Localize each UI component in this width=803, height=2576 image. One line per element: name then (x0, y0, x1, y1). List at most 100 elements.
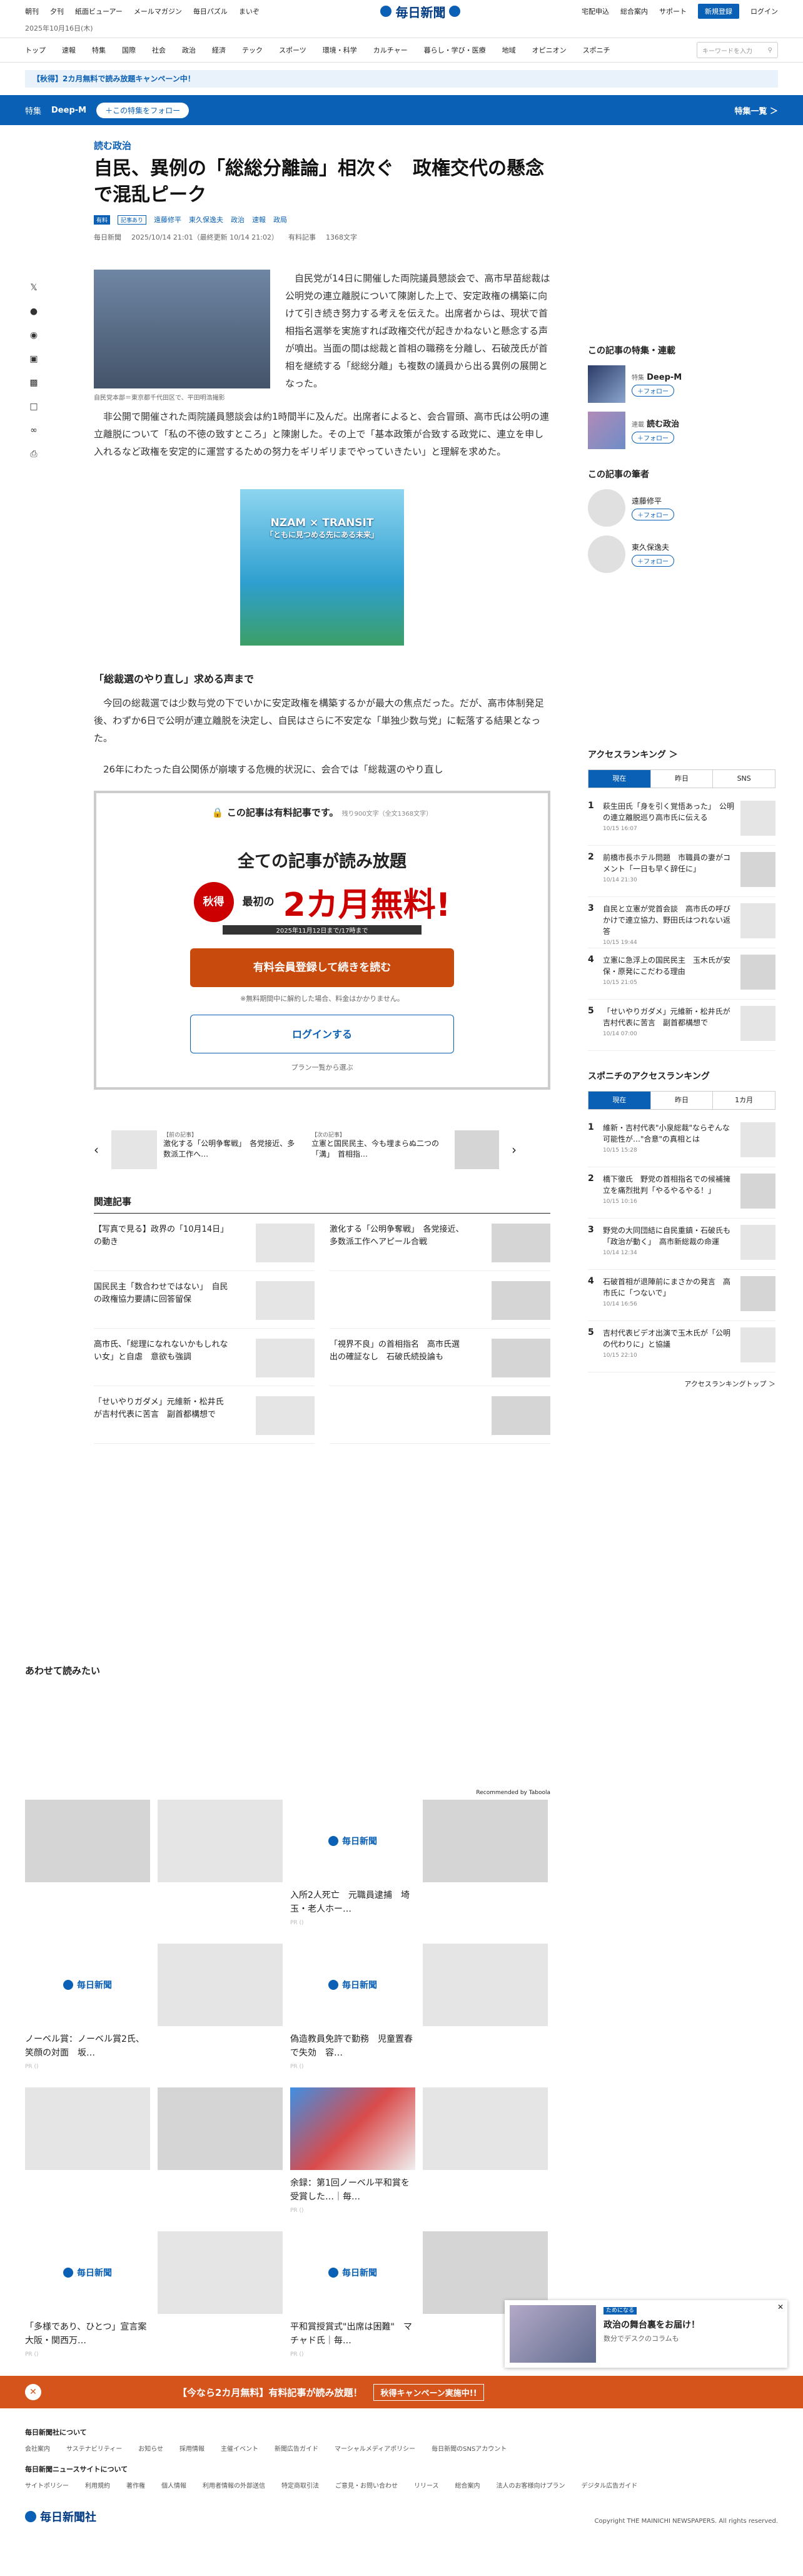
follow-button[interactable]: ＋フォロー (632, 432, 674, 444)
feature-list-link[interactable]: 特集一覧 ＞ (734, 104, 778, 116)
footer-link[interactable]: サイトポリシー (25, 2480, 69, 2490)
party-hq-photo[interactable] (94, 270, 270, 388)
ranking-item[interactable]: 1 維新・吉村代表"小泉総裁"ならぞんな可能性が…"合意"の真相とは 10/15 1… (588, 1116, 775, 1167)
comment-icon[interactable]: ● (30, 307, 38, 317)
related-item[interactable] (330, 1386, 550, 1444)
recommended-card[interactable] (158, 1944, 283, 2070)
related-item[interactable]: 激化する「公明争奪戦」 各党接近、多数派工作へアピール合戦 (330, 1214, 550, 1271)
close-icon[interactable]: ✕ (25, 2384, 41, 2400)
prev-article[interactable]: 【前の記事】 激化する「公明争奪戦」 各党接近、多数派工作へ… (111, 1130, 299, 1169)
ranking-item[interactable]: 5 吉村代表ビデオ出演で玉木氏が「公明の代わりに」と協議 10/15 22:10 (588, 1321, 775, 1372)
follow-button[interactable]: ＋フォロー (632, 384, 674, 397)
recommended-card[interactable]: 毎日新聞 平和賞授賞式"出席は困難" マチャド氏｜毎… PR () (290, 2231, 415, 2358)
recommended-card[interactable]: 毎日新聞 偽造教員免許で勤務 児童置春で失効 容… PR () (290, 1944, 415, 2070)
recommended-card[interactable] (158, 2231, 283, 2358)
nav-item[interactable]: 特集 (92, 45, 106, 55)
chevron-left-icon[interactable]: ‹ (94, 1142, 99, 1157)
print-icon[interactable]: ⎙ (30, 449, 37, 459)
campaign-cta[interactable]: 秋得キャンペーン実施中!! (373, 2383, 484, 2401)
header-link[interactable]: まいぞ (239, 6, 260, 16)
recommended-card[interactable]: 毎日新聞 入所2人死亡 元職員逮捕 埼玉・老人ホー… PR () (290, 1800, 415, 1926)
footer-link[interactable]: リリース (414, 2480, 439, 2490)
footer-link[interactable]: 採用情報 (179, 2443, 205, 2453)
link-icon[interactable]: ∞ (30, 425, 38, 435)
promo-banner[interactable]: 【秋得】2カ月無料で読み放題キャンペーン中！ (25, 70, 778, 88)
footer-link[interactable]: 会社案内 (25, 2443, 50, 2453)
hatena-icon[interactable]: ▣ (29, 354, 38, 364)
tab-2[interactable]: 1カ月 (713, 1092, 775, 1109)
header-link[interactable]: 総合案内 (620, 6, 648, 16)
nav-item[interactable]: カルチャー (373, 45, 408, 55)
search-input[interactable]: キーワードを入力 ⚲ (697, 42, 778, 58)
nav-item[interactable]: 経済 (212, 45, 226, 55)
footer-link[interactable]: 新聞広告ガイド (275, 2443, 318, 2453)
footer-link[interactable]: 法人のお客様向けプラン (497, 2480, 565, 2490)
footer-link[interactable]: 毎日新聞のSNSアカウント (432, 2443, 507, 2453)
follow-button[interactable]: ＋フォロー (632, 555, 674, 567)
tab-1[interactable]: 昨日 (651, 1092, 714, 1109)
recommended-card[interactable]: 毎日新聞 ノーベル賞：ノーベル賞2氏、笑顔の対面 坂… PR () (25, 1944, 150, 2070)
nav-item[interactable]: スポニチ (583, 45, 610, 55)
tab-0[interactable]: 現在 (588, 1092, 651, 1109)
nav-item[interactable]: 速報 (62, 45, 76, 55)
ad-banner[interactable]: NZAM × TRANSIT 「ともに見つめる先にある未来」 (240, 489, 404, 646)
follow-feature-button[interactable]: ＋この特集をフォロー (96, 102, 189, 118)
nav-item[interactable]: 暮らし・学び・医療 (424, 45, 486, 55)
footer-link[interactable]: 特定商取引法 (281, 2480, 319, 2490)
footer-link[interactable]: サステナビリティー (66, 2443, 122, 2453)
topic-3[interactable]: 政局 (273, 215, 287, 225)
footer-logo[interactable]: 毎日新聞社 (25, 2508, 96, 2525)
footer-link[interactable]: 総合案内 (455, 2480, 480, 2490)
header-link[interactable]: 朝刊 (25, 6, 39, 16)
tab-1[interactable]: 昨日 (651, 770, 714, 788)
recommended-card[interactable]: 余録：第1回ノーベル平和賞を受賞した…｜毎… PR () (290, 2087, 415, 2214)
follow-button[interactable]: ＋フォロー (632, 509, 674, 520)
bookmark-icon[interactable]: □ (29, 402, 38, 412)
taboola-credit[interactable]: Recommended by Taboola (25, 1790, 550, 1796)
popup-card[interactable]: ためになる 政治の舞台裏をお届け！ 数分でデスクのコラムも ✕ (505, 2300, 787, 2368)
line-icon[interactable]: ▩ (29, 378, 38, 388)
nav-item[interactable]: スポーツ (279, 45, 306, 55)
nav-item[interactable]: 環境・科学 (323, 45, 357, 55)
ranking-item[interactable]: 4 立憲に急浮上の国民民主 玉木氏が安保・原発にこだわる理由 10/15 21:05 (588, 948, 775, 1000)
header-link[interactable]: 宅配申込 (582, 6, 609, 16)
nav-item[interactable]: テック (242, 45, 263, 55)
related-item[interactable]: 国民民主「数合わせではない」 自民の政権協力要請に回答留保 (94, 1271, 315, 1329)
login-link[interactable]: ログイン (750, 6, 778, 16)
nav-item[interactable]: 政治 (182, 45, 196, 55)
header-link[interactable]: メールマガジン (134, 6, 182, 16)
nav-item[interactable]: 国際 (122, 45, 136, 55)
header-link[interactable]: サポート (659, 6, 687, 16)
footer-link[interactable]: 著作権 (126, 2480, 145, 2490)
nav-item[interactable]: 地域 (502, 45, 516, 55)
header-link[interactable]: 夕刊 (50, 6, 64, 16)
plans-link[interactable]: プラン一覧から選ぶ (96, 1062, 548, 1072)
related-item[interactable]: 【写真で見る】政界の「10月14日」の動き (94, 1214, 315, 1271)
header-link[interactable]: 毎日パズル (193, 6, 228, 16)
ranking-item[interactable]: 3 自民と立憲が党首会談 高市氏の呼びかけで連立協力、野田氏はつれない返答 10/1… (588, 897, 775, 948)
topic-2[interactable]: 速報 (252, 215, 266, 225)
register-button[interactable]: 新規登録 (698, 4, 739, 19)
ranking-item[interactable]: 5 「せいやりガダメ」元維新・松井氏が吉村代表に苦言 副首都構想で 10/14 07… (588, 1000, 775, 1051)
bottom-campaign-band[interactable]: ✕ 【今なら2カ月無料】有料記事が読み放題！ 秋得キャンペーン実施中!! (0, 2376, 803, 2408)
footer-link[interactable]: ご意見・お問い合わせ (335, 2480, 398, 2490)
recommended-card[interactable] (25, 2087, 150, 2214)
ranking-item[interactable]: 1 萩生田氏「身を引く覚悟あった」 公明の連立離脱巡り高市氏に伝える 10/15 1… (588, 794, 775, 846)
footer-link[interactable]: マーシャルメディアポリシー (335, 2443, 415, 2453)
related-item[interactable]: 「視界不良」の首相指名 高市氏選出の確証なし 石破氏続投論も (330, 1329, 550, 1386)
footer-link[interactable]: デジタル広告ガイド (582, 2480, 638, 2490)
ranking-item[interactable]: 2 橋下徹氏 野党の首相指名での候補擁立を痛烈批判「やるやるやる！」 10/15 1… (588, 1167, 775, 1219)
ranking-item[interactable]: 2 前橋市長ホテル問題 市職員の妻がコメント「一日も早く辞任に」 10/14 21:… (588, 846, 775, 897)
author-item[interactable]: 遠藤修平 ＋フォロー (588, 489, 775, 527)
close-icon[interactable]: ✕ (777, 2303, 784, 2311)
ranking-heading[interactable]: アクセスランキング ＞ (588, 748, 775, 761)
article-category[interactable]: 読む政治 (94, 139, 550, 152)
footer-link[interactable]: 個人情報 (161, 2480, 186, 2490)
nav-item[interactable]: トップ (25, 45, 46, 55)
next-article[interactable]: 【次の記事】 立憲と国民民主、今も埋まらぬ二つの「溝」 首相指… (311, 1130, 499, 1169)
recommended-card[interactable]: 毎日新聞 「多様であり、ひとつ」宣言案 大阪・関西万… PR () (25, 2231, 155, 2358)
author-2[interactable]: 東久保逸夫 (189, 215, 223, 225)
recommended-card[interactable] (25, 1800, 150, 1926)
facebook-icon[interactable]: ◉ (30, 330, 38, 340)
band-series[interactable]: Deep-M (51, 106, 86, 115)
